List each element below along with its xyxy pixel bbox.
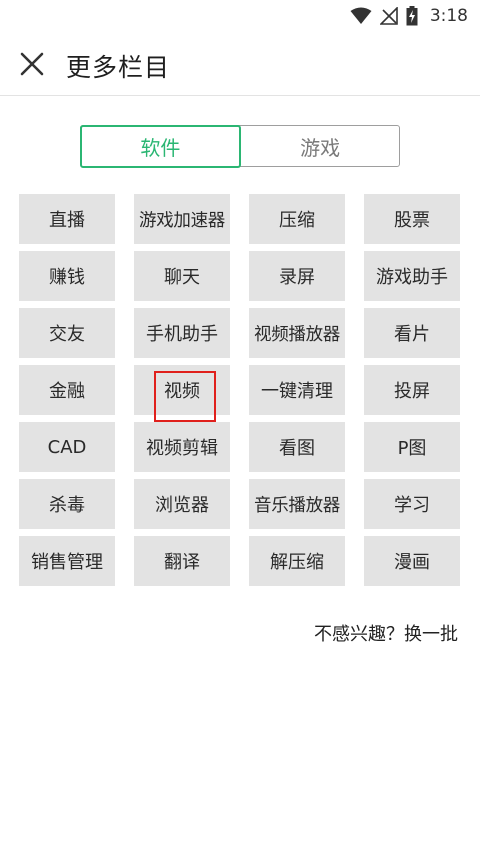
category-tabs: 软件 游戏 xyxy=(79,124,400,168)
category-item[interactable]: 杀毒 xyxy=(19,479,115,529)
refresh-link[interactable]: 不感兴趣？换一批 xyxy=(314,620,458,646)
category-item[interactable]: 赚钱 xyxy=(19,251,115,301)
category-item[interactable]: 一键清理 xyxy=(249,365,345,415)
tab-software[interactable]: 软件 xyxy=(79,124,242,168)
category-item[interactable]: 股票 xyxy=(364,194,460,244)
category-item[interactable]: 解压缩 xyxy=(249,536,345,586)
category-item[interactable]: 手机助手 xyxy=(134,308,230,358)
category-item[interactable]: 直播 xyxy=(19,194,115,244)
category-item[interactable]: 学习 xyxy=(364,479,460,529)
wifi-icon xyxy=(350,7,372,25)
no-signal-icon xyxy=(379,7,398,25)
header: 更多栏目 xyxy=(0,36,480,96)
category-item[interactable]: 投屏 xyxy=(364,365,460,415)
category-item[interactable]: 游戏加速器 xyxy=(134,194,230,244)
page-title: 更多栏目 xyxy=(66,52,171,82)
category-item[interactable]: 录屏 xyxy=(249,251,345,301)
category-item[interactable]: 视频播放器 xyxy=(249,308,345,358)
category-item[interactable]: P图 xyxy=(364,422,460,472)
category-item[interactable]: 看图 xyxy=(249,422,345,472)
category-item[interactable]: 游戏助手 xyxy=(364,251,460,301)
category-item[interactable]: 交友 xyxy=(19,308,115,358)
category-item[interactable]: 视频 xyxy=(134,365,230,415)
category-item[interactable]: 金融 xyxy=(19,365,115,415)
category-grid: 直播 游戏加速器 压缩 股票 赚钱 聊天 录屏 游戏助手 交友 手机助手 视频播… xyxy=(19,194,461,586)
category-item[interactable]: 聊天 xyxy=(134,251,230,301)
battery-charging-icon xyxy=(406,6,418,26)
category-item[interactable]: 漫画 xyxy=(364,536,460,586)
category-item[interactable]: 销售管理 xyxy=(19,536,115,586)
category-item[interactable]: CAD xyxy=(19,422,115,472)
close-icon xyxy=(20,52,44,80)
tab-games[interactable]: 游戏 xyxy=(241,126,399,166)
status-bar: 3:18 xyxy=(0,0,480,32)
category-item[interactable]: 看片 xyxy=(364,308,460,358)
status-time: 3:18 xyxy=(429,6,468,26)
category-item[interactable]: 视频剪辑 xyxy=(134,422,230,472)
category-item[interactable]: 音乐播放器 xyxy=(249,479,345,529)
category-item[interactable]: 浏览器 xyxy=(134,479,230,529)
close-button[interactable] xyxy=(0,36,64,96)
category-item[interactable]: 压缩 xyxy=(249,194,345,244)
category-item[interactable]: 翻译 xyxy=(134,536,230,586)
